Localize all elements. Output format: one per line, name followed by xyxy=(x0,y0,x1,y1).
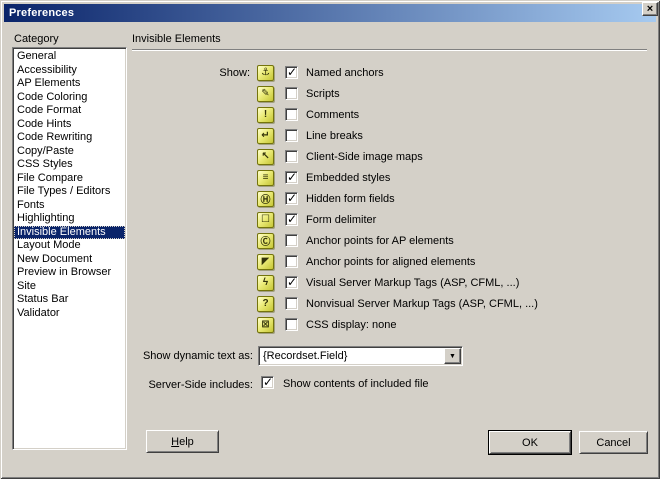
option-row-css-display-none: ⊠ CSS display: none xyxy=(200,314,538,335)
server-side-includes-label: Server-Side includes: xyxy=(132,379,253,391)
titlebar[interactable]: Preferences xyxy=(4,4,656,22)
panel-title: Invisible Elements xyxy=(132,33,221,45)
close-icon: × xyxy=(647,4,653,15)
option-label: Nonvisual Server Markup Tags (ASP, CFML,… xyxy=(306,298,538,310)
option-label: Line breaks xyxy=(306,130,363,142)
category-item-invisible-elements[interactable]: Invisible Elements xyxy=(14,226,125,240)
checkbox-form-delimiter[interactable] xyxy=(285,213,298,226)
window-title: Preferences xyxy=(9,7,74,19)
category-item-accessibility[interactable]: Accessibility xyxy=(14,64,125,78)
category-item-site[interactable]: Site xyxy=(14,280,125,294)
option-label: Comments xyxy=(306,109,359,121)
checkbox-comments[interactable] xyxy=(285,108,298,121)
category-item-preview-in-browser[interactable]: Preview in Browser xyxy=(14,266,125,280)
checkbox-named-anchors[interactable] xyxy=(285,66,298,79)
nonvisual-server-markup-icon: ? xyxy=(257,296,274,312)
css-display-none-icon: ⊠ xyxy=(257,317,274,333)
show-label: Show: xyxy=(200,67,250,79)
option-label: Form delimiter xyxy=(306,214,376,226)
option-row-client-side-image-maps: ↖ Client-Side image maps xyxy=(200,146,538,167)
option-label: Hidden form fields xyxy=(306,193,395,205)
option-label: CSS display: none xyxy=(306,319,397,331)
hidden-form-field-icon: Ⓗ xyxy=(257,191,274,207)
option-row-embedded-styles: ≡ Embedded styles xyxy=(200,167,538,188)
form-delimiter-icon: ☐ xyxy=(257,212,274,228)
image-map-icon: ↖ xyxy=(257,149,274,165)
category-item-fonts[interactable]: Fonts xyxy=(14,199,125,213)
option-label: Anchor points for AP elements xyxy=(306,235,454,247)
category-item-ap-elements[interactable]: AP Elements xyxy=(14,77,125,91)
dynamic-text-combobox[interactable]: {Recordset.Field} ▼ xyxy=(258,346,463,366)
option-label: Scripts xyxy=(306,88,340,100)
category-item-general[interactable]: General xyxy=(14,50,125,64)
option-row-nonvisual-server-markup-tags-asp-cfml: ? Nonvisual Server Markup Tags (ASP, CFML… xyxy=(200,293,538,314)
aligned-anchor-point-icon: ◤ xyxy=(257,254,274,270)
server-side-includes-option-label: Show contents of included file xyxy=(283,378,429,390)
option-label: Named anchors xyxy=(306,67,384,79)
checkbox-hidden-form-fields[interactable] xyxy=(285,192,298,205)
preferences-dialog: Preferences × Category GeneralAccessibil… xyxy=(0,0,660,479)
checkbox-embedded-styles[interactable] xyxy=(285,171,298,184)
option-row-form-delimiter: ☐ Form delimiter xyxy=(200,209,538,230)
option-row-line-breaks: ↵ Line breaks xyxy=(200,125,538,146)
combobox-dropdown-button[interactable]: ▼ xyxy=(444,348,461,364)
category-item-code-hints[interactable]: Code Hints xyxy=(14,118,125,132)
option-row-named-anchors: Show: ⚓ Named anchors xyxy=(200,62,538,83)
cancel-button[interactable]: Cancel xyxy=(579,431,648,454)
category-list[interactable]: GeneralAccessibilityAP ElementsCode Colo… xyxy=(12,47,127,450)
line-break-icon: ↵ xyxy=(257,128,274,144)
server-side-includes-checkbox[interactable] xyxy=(261,376,274,389)
checkbox-line-breaks[interactable] xyxy=(285,129,298,142)
option-row-anchor-points-for-aligned-elements: ◤ Anchor points for aligned elements xyxy=(200,251,538,272)
category-item-code-rewriting[interactable]: Code Rewriting xyxy=(14,131,125,145)
checkbox-client-side-image-maps[interactable] xyxy=(285,150,298,163)
option-label: Client-Side image maps xyxy=(306,151,423,163)
category-item-copy-paste[interactable]: Copy/Paste xyxy=(14,145,125,159)
category-item-file-compare[interactable]: File Compare xyxy=(14,172,125,186)
chevron-down-icon: ▼ xyxy=(449,353,456,360)
checkbox-css-display-none[interactable] xyxy=(285,318,298,331)
checkbox-anchor-points-for-aligned-elements[interactable] xyxy=(285,255,298,268)
combobox-value: {Recordset.Field} xyxy=(259,350,443,362)
category-item-code-coloring[interactable]: Code Coloring xyxy=(14,91,125,105)
help-button[interactable]: Help xyxy=(146,430,219,453)
option-row-hidden-form-fields: Ⓗ Hidden form fields xyxy=(200,188,538,209)
checkbox-nonvisual-server-markup-tags-asp-cfml[interactable] xyxy=(285,297,298,310)
category-item-validator[interactable]: Validator xyxy=(14,307,125,321)
category-item-highlighting[interactable]: Highlighting xyxy=(14,212,125,226)
category-item-layout-mode[interactable]: Layout Mode xyxy=(14,239,125,253)
option-row-comments: ! Comments xyxy=(200,104,538,125)
embedded-styles-icon: ≡ xyxy=(257,170,274,186)
option-label: Visual Server Markup Tags (ASP, CFML, ..… xyxy=(306,277,519,289)
named-anchor-icon: ⚓ xyxy=(257,65,274,81)
panel-separator xyxy=(132,49,647,51)
checkbox-visual-server-markup-tags-asp-cfml[interactable] xyxy=(285,276,298,289)
option-label: Anchor points for aligned elements xyxy=(306,256,475,268)
close-button[interactable]: × xyxy=(642,2,658,16)
comments-icon: ! xyxy=(257,107,274,123)
option-row-anchor-points-for-ap-elements: Ⓒ Anchor points for AP elements xyxy=(200,230,538,251)
checkbox-anchor-points-for-ap-elements[interactable] xyxy=(285,234,298,247)
ap-anchor-point-icon: Ⓒ xyxy=(257,233,274,249)
options-list: Show: ⚓ Named anchors ✎ Scripts! Comments ↵ Lin… xyxy=(200,62,538,335)
category-item-code-format[interactable]: Code Format xyxy=(14,104,125,118)
category-label: Category xyxy=(14,33,59,45)
checkbox-scripts[interactable] xyxy=(285,87,298,100)
category-item-new-document[interactable]: New Document xyxy=(14,253,125,267)
category-item-file-types-editors[interactable]: File Types / Editors xyxy=(14,185,125,199)
category-item-css-styles[interactable]: CSS Styles xyxy=(14,158,125,172)
option-row-visual-server-markup-tags-asp-cfml: ϟ Visual Server Markup Tags (ASP, CFML, .… xyxy=(200,272,538,293)
scripts-icon: ✎ xyxy=(257,86,274,102)
dynamic-text-label: Show dynamic text as: xyxy=(132,350,253,362)
option-row-scripts: ✎ Scripts xyxy=(200,83,538,104)
ok-button[interactable]: OK xyxy=(489,431,571,454)
option-label: Embedded styles xyxy=(306,172,390,184)
visual-server-markup-icon: ϟ xyxy=(257,275,274,291)
category-item-status-bar[interactable]: Status Bar xyxy=(14,293,125,307)
